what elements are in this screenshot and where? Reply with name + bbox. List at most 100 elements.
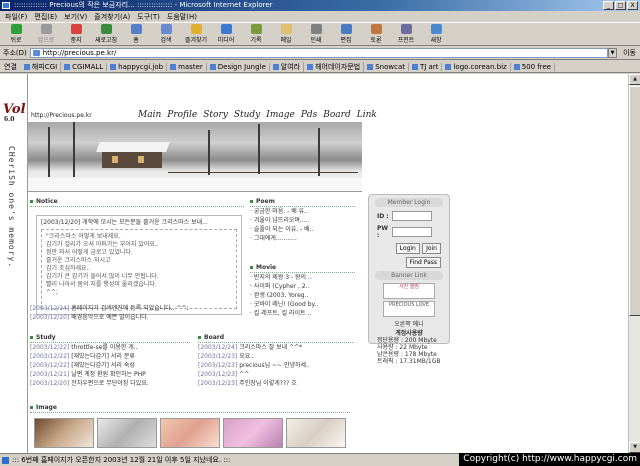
- link-page-icon: [411, 63, 418, 70]
- notice-row[interactable]: [2003/12/20] 배경음악으로 예쁜 말이습니다.: [30, 313, 244, 322]
- row-text: throttle-se를 이용한 개..: [71, 344, 138, 351]
- link-item[interactable]: 해피CGI: [21, 61, 62, 72]
- link-item[interactable]: Snowcat: [364, 62, 409, 71]
- poem-row[interactable]: · 그대에게...........: [250, 234, 355, 243]
- toolbar-button[interactable]: 기록: [243, 24, 269, 44]
- poem-row[interactable]: · 슬플이 되는 이유. - 배..: [250, 225, 355, 234]
- id-input[interactable]: [392, 211, 432, 221]
- study-row[interactable]: [2003/12/20] 잔치우편으로 무단이징 다있요.: [30, 379, 190, 388]
- vertical-scrollbar[interactable]: ▲ ▼: [628, 74, 640, 453]
- link-item[interactable]: 500 free: [511, 62, 556, 71]
- toolbar-button[interactable]: 인쇄: [303, 24, 329, 44]
- banner-album[interactable]: 사진 앨범: [383, 283, 435, 299]
- study-row[interactable]: [2003/12/22] [재밌는다감기] 서리 분류: [30, 352, 190, 361]
- toolbar-label: 중지: [70, 37, 82, 44]
- poem-row[interactable]: · 궁금한 마음. - 배 유..: [250, 207, 355, 216]
- toolbar-button[interactable]: 편집: [333, 24, 359, 44]
- board-row[interactable]: [2003/12/23] 주인장님 이렇게??? 흐: [198, 379, 353, 388]
- maximize-button[interactable]: □: [615, 1, 626, 10]
- movie-row[interactable]: · 반지의 제왕 3 - 왕의 ..: [250, 273, 355, 282]
- board-section: Board [2003/12/24] 크리스마스 잘 보내 ^^* [2003/1…: [198, 334, 353, 388]
- find-pass-button[interactable]: Find Pass: [405, 257, 441, 268]
- menu-item[interactable]: 편집(E): [34, 11, 57, 22]
- nav-item[interactable]: Board: [323, 110, 350, 120]
- toolbar-button[interactable]: 미디어: [213, 24, 239, 44]
- go-button[interactable]: 이동: [617, 48, 640, 58]
- board-row[interactable]: [2003/12/23] 요요..: [198, 352, 353, 361]
- study-row[interactable]: [2003/12/21] 날편 계정 환원 확인하는 PHP: [30, 370, 190, 379]
- thumbnail-cake[interactable]: [160, 418, 220, 448]
- link-item[interactable]: happycgi.job: [107, 62, 168, 71]
- menu-item[interactable]: 보기(V): [64, 11, 87, 22]
- notice-headline[interactable]: [2003/12/20] 개학에 모시는 모든분들 즐거운 크리스마스 보내..…: [37, 216, 241, 227]
- toolbar-button[interactable]: 검색: [153, 24, 179, 44]
- scroll-thumb[interactable]: [629, 86, 640, 316]
- movie-row[interactable]: · 킬 레프트, 킬 라이트 ..: [250, 309, 355, 318]
- login-button[interactable]: Login: [395, 243, 420, 254]
- link-item[interactable]: Design Jungle: [207, 62, 270, 71]
- link-item[interactable]: 알여라: [270, 61, 305, 72]
- nav-item[interactable]: Pds: [301, 110, 317, 120]
- movie-row[interactable]: · 완생 (2003, Yoreg..: [250, 291, 355, 300]
- toolbar-label: 즐겨찾기: [184, 37, 208, 44]
- nav-item[interactable]: Image: [266, 110, 295, 120]
- nav-item[interactable]: Main: [138, 110, 161, 120]
- page-status-icon: [2, 457, 9, 464]
- menu-item[interactable]: 파일(F): [5, 11, 27, 22]
- thumbnail-flowers[interactable]: [97, 418, 157, 448]
- join-button[interactable]: Join: [422, 243, 441, 254]
- nav-item[interactable]: Link: [357, 110, 377, 120]
- toolbar-button[interactable]: 중지: [63, 24, 89, 44]
- toolbar-button[interactable]: 토론: [363, 24, 389, 44]
- notice-row[interactable]: [2003/12/24] 홈페이지가 검색엔진에 등록 되었습니다.. ^^;: [30, 304, 244, 313]
- poem-row[interactable]: · 겨울이 넘뜨리오며.....: [250, 216, 355, 225]
- thumbnail-coffee[interactable]: [34, 418, 94, 448]
- main-nav: Main Profile Story Study Image Pds Board Link: [138, 110, 377, 120]
- toolbar-button[interactable]: 새창: [423, 24, 449, 44]
- close-button[interactable]: X: [627, 1, 638, 10]
- toolbar-button[interactable]: 새로고침: [93, 24, 119, 44]
- menu-item[interactable]: 도구(T): [137, 11, 160, 22]
- board-row[interactable]: [2003/12/24] 크리스마스 잘 보내 ^^*: [198, 343, 353, 352]
- scroll-up-icon[interactable]: ▲: [629, 74, 640, 85]
- board-row[interactable]: [2003/12/23] ^^: [198, 370, 353, 379]
- toolbar-button[interactable]: 뒤로: [3, 24, 29, 44]
- board-row[interactable]: [2003/12/23] precious님 ~~ 안녕하세..: [198, 361, 353, 370]
- link-item[interactable]: CGIMALL: [61, 62, 108, 71]
- toolbar-label: 기록: [250, 37, 262, 44]
- toolbar-button[interactable]: 프린트: [393, 24, 419, 44]
- thumbnail-pink[interactable]: [223, 418, 283, 448]
- link-item[interactable]: logo.corean.biz: [442, 62, 511, 71]
- scroll-down-icon[interactable]: ▼: [629, 442, 640, 453]
- link-item[interactable]: master: [167, 62, 207, 71]
- link-label: 해피CGI: [31, 62, 58, 71]
- site-logo[interactable]: Vol 6.0: [3, 102, 26, 123]
- stats-heading: 계정사용량: [395, 330, 423, 337]
- banner-precious-love[interactable]: PRECIOUS LOVE: [383, 301, 435, 317]
- row-date: [2003/12/23]: [198, 362, 238, 369]
- study-row[interactable]: [2003/12/22] throttle-se를 이용한 개..: [30, 343, 190, 352]
- movie-row[interactable]: · 굿바이 레닌! (Good by..: [250, 300, 355, 309]
- login-heading: Member Login: [375, 198, 443, 207]
- toolbar-button[interactable]: 홈: [123, 24, 149, 44]
- tree-shape: [73, 122, 75, 177]
- password-input[interactable]: [392, 227, 432, 237]
- link-label: 헤어데이자문법: [315, 62, 361, 71]
- nav-item[interactable]: Story: [203, 110, 228, 120]
- toolbar-button[interactable]: 앞으로: [33, 24, 59, 44]
- nav-item[interactable]: Study: [234, 110, 260, 120]
- toolbar-button[interactable]: 메일: [273, 24, 299, 44]
- link-item[interactable]: 헤어데이자문법: [304, 61, 365, 72]
- house-roof: [96, 142, 170, 152]
- thumbnail-hands[interactable]: [286, 418, 346, 448]
- movie-row[interactable]: · 사이퍼 (Cypher , 2..: [250, 282, 355, 291]
- minimize-button[interactable]: _: [603, 1, 614, 10]
- menu-item[interactable]: 도움말(H): [167, 11, 197, 22]
- link-item[interactable]: TJ art: [409, 62, 443, 71]
- menu-item[interactable]: 즐겨찾기(A): [94, 11, 130, 22]
- nav-item[interactable]: Profile: [167, 110, 197, 120]
- address-input[interactable]: http://precious.pe.kr/: [29, 48, 609, 58]
- address-dropdown-icon[interactable]: ▼: [608, 48, 618, 58]
- toolbar-button[interactable]: 즐겨찾기: [183, 24, 209, 44]
- study-row[interactable]: [2003/12/22] [재밌는다감기] 서리 숙성: [30, 361, 190, 370]
